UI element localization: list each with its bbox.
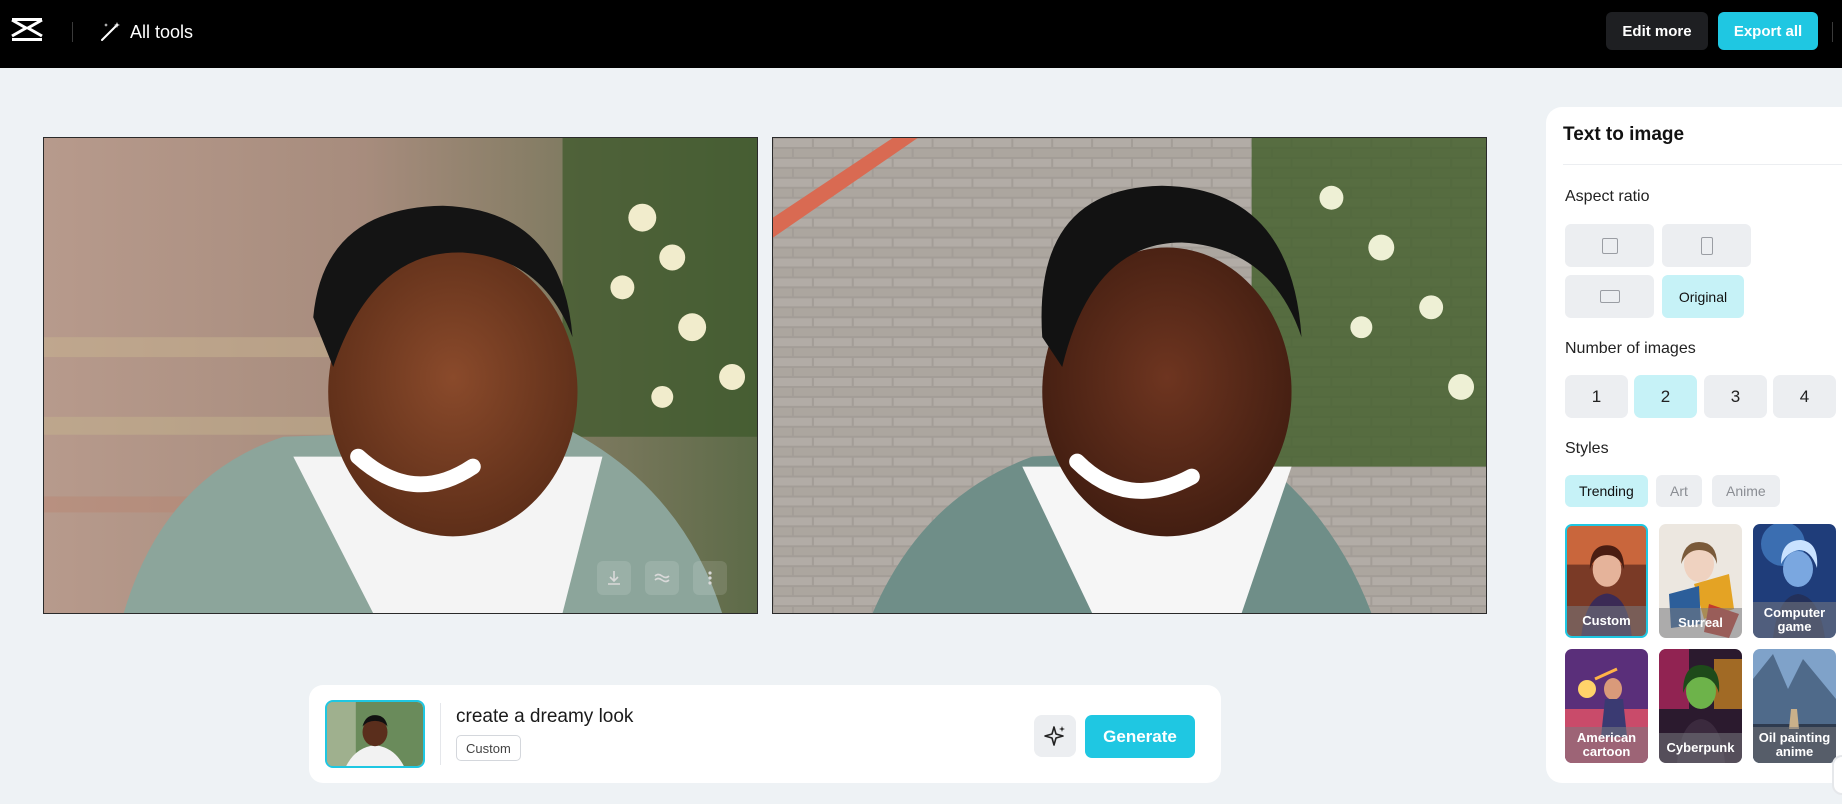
style-card-american-cartoon[interactable]: American cartoon [1565, 649, 1648, 763]
all-tools-label: All tools [130, 21, 194, 42]
aspect-ratio-square-button[interactable] [1565, 224, 1654, 267]
style-card-oil-painting-anime[interactable]: Oil painting anime [1753, 649, 1836, 763]
aspect-ratio-portrait-button[interactable] [1662, 224, 1751, 267]
top-bar: All tools Edit more Export all [0, 0, 1842, 68]
result-image-1[interactable] [43, 137, 758, 614]
aspect-ratio-label: Aspect ratio [1565, 188, 1650, 205]
style-card-label: American cartoon [1565, 727, 1648, 763]
portrait-ratio-icon [1700, 236, 1713, 255]
topbar-divider [72, 22, 73, 42]
capcut-logo-icon[interactable] [10, 16, 44, 44]
style-card-custom[interactable]: Custom [1565, 524, 1648, 638]
tab-anime[interactable]: Anime [1712, 475, 1780, 507]
landscape-ratio-icon [1599, 290, 1620, 303]
style-card-cyberpunk[interactable]: Cyberpunk [1659, 649, 1742, 763]
style-card-label: Surreal [1659, 608, 1742, 638]
num-images-option[interactable]: 4 [1773, 375, 1836, 418]
num-images-option[interactable]: 2 [1634, 375, 1697, 418]
style-card-label: Computer game [1753, 602, 1836, 638]
result-image-2[interactable] [772, 137, 1487, 614]
aspect-ratio-landscape-button[interactable] [1565, 275, 1654, 318]
aspect-ratio-original-button[interactable]: Original [1662, 275, 1744, 318]
magic-wand-icon [101, 22, 120, 41]
text-to-image-panel: Text to image Aspect ratio Original Numb… [1546, 107, 1842, 783]
prompt-divider [440, 703, 441, 765]
style-card-label: Cyberpunk [1659, 733, 1742, 763]
panel-title: Text to image [1563, 124, 1685, 145]
download-icon[interactable] [597, 561, 631, 595]
edit-more-button[interactable]: Edit more [1606, 12, 1708, 50]
style-card-label: Custom [1567, 606, 1646, 636]
square-ratio-icon [1601, 237, 1618, 254]
tab-trending[interactable]: Trending [1565, 475, 1648, 507]
reference-image-thumbnail[interactable] [325, 700, 425, 768]
more-icon[interactable] [693, 561, 727, 595]
panel-divider [1563, 164, 1842, 165]
styles-label: Styles [1565, 440, 1609, 457]
panel-scroll-handle[interactable] [1832, 755, 1842, 795]
stylize-icon[interactable] [645, 561, 679, 595]
style-card-surreal[interactable]: Surreal [1659, 524, 1742, 638]
tab-art[interactable]: Art [1656, 475, 1702, 507]
sparkle-icon [1044, 726, 1065, 746]
prompt-bar: create a dreamy look Custom Generate [309, 685, 1221, 783]
num-images-option[interactable]: 1 [1565, 375, 1628, 418]
num-images-option[interactable]: 3 [1704, 375, 1767, 418]
number-of-images-label: Number of images [1565, 340, 1696, 357]
image-actions [597, 561, 727, 595]
style-card-computer-game[interactable]: Computer game [1753, 524, 1836, 638]
style-card-label: Oil painting anime [1753, 727, 1836, 763]
enhance-prompt-button[interactable] [1034, 715, 1076, 757]
generate-button[interactable]: Generate [1085, 715, 1195, 758]
all-tools-button[interactable]: All tools [98, 19, 193, 45]
topbar-divider-right [1832, 22, 1833, 42]
prompt-input[interactable]: create a dreamy look [456, 706, 633, 728]
export-all-button[interactable]: Export all [1718, 12, 1818, 50]
style-chip[interactable]: Custom [456, 735, 521, 761]
